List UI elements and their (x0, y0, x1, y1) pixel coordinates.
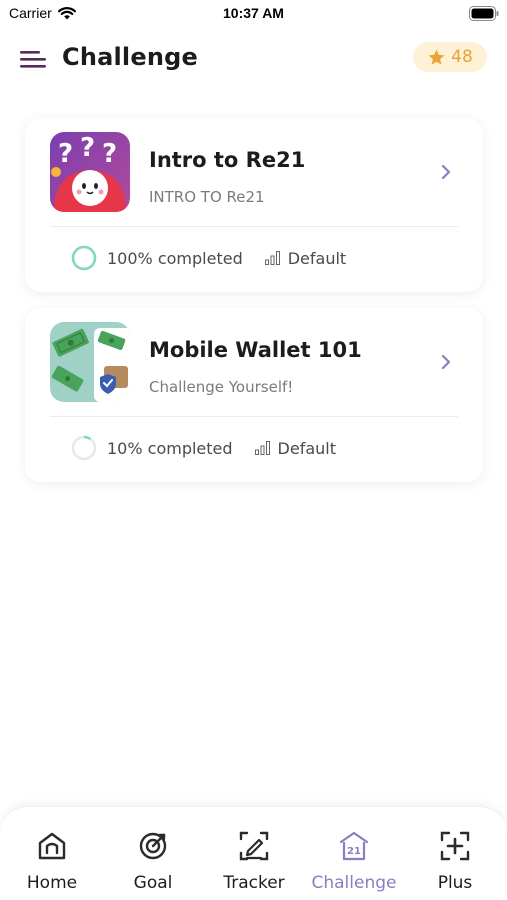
svg-text:?: ? (102, 139, 117, 169)
progress-text: 100% completed (107, 248, 243, 268)
progress-ring-icon (71, 245, 97, 271)
challenge-subtitle: INTRO TO Re21 (149, 188, 265, 206)
nav-label: Home (26, 873, 78, 893)
plus-icon (440, 831, 470, 861)
goal-icon (139, 832, 167, 860)
nav-item-tracker[interactable]: Tracker (204, 829, 304, 895)
chevron-right-icon[interactable] (439, 162, 453, 182)
star-icon (428, 49, 445, 65)
challenge-title: Intro to Re21 (149, 148, 306, 172)
nav-item-home[interactable]: Home (2, 829, 102, 895)
nav-item-challenge[interactable]: 21 Challenge (304, 829, 404, 895)
svg-text:?: ? (58, 139, 73, 169)
progress-ring-icon (71, 435, 97, 461)
points-badge[interactable]: 48 (413, 42, 487, 72)
battery-icon (469, 6, 499, 21)
challenge-meta: 100% completed Default (71, 245, 346, 271)
page-title: Challenge (62, 43, 198, 71)
challenge-meta: 10% completed Default (71, 435, 336, 461)
status-bar: Carrier 10:37 AM (0, 0, 507, 30)
nav-label: Plus (437, 873, 473, 893)
challenge-icon: 21 (339, 831, 369, 861)
nav-item-plus[interactable]: Plus (405, 829, 505, 895)
nav-item-goal[interactable]: Goal (103, 829, 203, 895)
hamburger-menu-icon[interactable] (20, 49, 48, 69)
divider (50, 226, 458, 227)
chevron-right-icon[interactable] (439, 352, 453, 372)
challenge-thumbnail: ? ? ? (50, 132, 130, 212)
home-icon (38, 832, 66, 860)
level-text: Default (287, 248, 347, 268)
signal-bars-icon (254, 441, 270, 455)
challenge-thumbnail (50, 322, 130, 402)
challenge-subtitle: Challenge Yourself! (149, 378, 294, 396)
mobile-wallet-illustration (50, 322, 130, 402)
divider (50, 416, 458, 417)
level-text: Default (277, 438, 337, 458)
svg-text:?: ? (80, 133, 95, 163)
svg-text:21: 21 (347, 846, 361, 857)
nav-label: Goal (133, 873, 173, 893)
challenge-title: Mobile Wallet 101 (149, 338, 362, 362)
bottom-nav: Home Goal Tracker 21 Challenge Plus (0, 806, 507, 900)
clock: 10:37 AM (223, 5, 284, 21)
tracker-icon (239, 831, 269, 861)
signal-bars-icon (264, 251, 280, 265)
challenge-card[interactable]: ? ? ? Intro to Re21 INTRO TO Re21 100% c… (25, 118, 483, 292)
header: Challenge 48 (0, 40, 507, 80)
progress-text: 10% completed (107, 438, 233, 458)
nav-label: Challenge (311, 873, 397, 893)
points-count: 48 (451, 47, 473, 67)
nav-label: Tracker (223, 873, 285, 893)
re21-mascot-illustration: ? ? ? (50, 132, 130, 212)
challenge-card[interactable]: Mobile Wallet 101 Challenge Yourself! 10… (25, 308, 483, 482)
